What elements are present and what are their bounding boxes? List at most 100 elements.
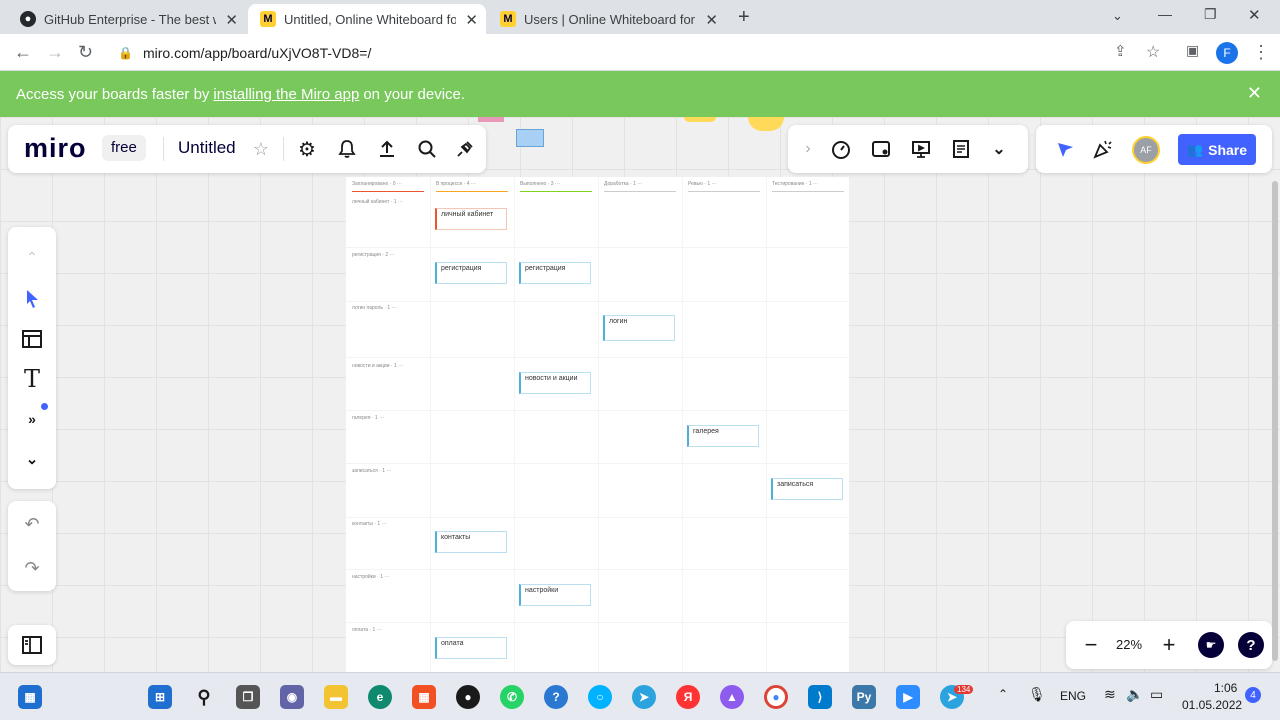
edge-icon[interactable]: e xyxy=(368,685,392,709)
celebrate-icon[interactable] xyxy=(1090,135,1116,163)
row-label[interactable]: записаться · 1 ··· xyxy=(352,468,391,474)
row-label[interactable]: регистрация · 2 ··· xyxy=(352,252,395,258)
user-avatar[interactable]: AF xyxy=(1132,136,1160,164)
zoom-app-icon[interactable]: ▶ xyxy=(896,685,920,709)
bell-icon[interactable] xyxy=(334,135,360,163)
redo-icon[interactable]: ↷ xyxy=(20,555,44,581)
row-label[interactable]: контакты · 1 ··· xyxy=(352,521,387,527)
yandex-icon[interactable]: Я xyxy=(676,685,700,709)
sidebar-toggle-icon[interactable] xyxy=(20,633,44,657)
column-header[interactable]: Доработка · 1 ··· xyxy=(604,181,642,187)
reactions-cursor-icon[interactable] xyxy=(1052,135,1078,163)
star-icon[interactable]: ☆ xyxy=(250,137,272,161)
store-icon[interactable]: ▦ xyxy=(412,685,436,709)
close-banner-icon[interactable]: ✕ xyxy=(1247,83,1262,104)
miro-logo[interactable]: miro xyxy=(24,133,87,164)
row-label[interactable]: настройки · 1 ··· xyxy=(352,574,389,580)
tab-github[interactable]: ● GitHub Enterprise - The best way ✕ xyxy=(8,4,246,34)
task-view-icon[interactable]: ❐ xyxy=(236,685,260,709)
templates-icon[interactable] xyxy=(20,325,44,353)
card[interactable]: личный кабинет xyxy=(435,208,507,230)
plug-icon[interactable] xyxy=(452,135,478,163)
sticky-shape[interactable] xyxy=(684,117,716,122)
restore-icon[interactable]: ❐ xyxy=(1204,6,1217,23)
share-button[interactable]: 👥 Share xyxy=(1178,134,1256,165)
card[interactable]: настройки xyxy=(519,584,591,606)
minimize-icon[interactable]: — xyxy=(1158,6,1172,22)
column-header[interactable]: Тестирование · 1 ··· xyxy=(772,181,818,187)
row-label[interactable]: галерея · 1 ··· xyxy=(352,415,384,421)
column-header[interactable]: Запланировано · 0 ··· xyxy=(352,181,402,187)
zoom-level[interactable]: 22% xyxy=(1116,637,1142,652)
column-header[interactable]: Выполнено · 3 ··· xyxy=(520,181,560,187)
chevron-down-double-icon[interactable]: ⌄ xyxy=(988,135,1010,163)
url-field[interactable]: 🔒 miro.com/app/board/uXjVO8T-VD8=/ xyxy=(108,38,1108,67)
notification-badge[interactable]: 4 xyxy=(1245,687,1261,703)
sticky-shape[interactable] xyxy=(748,117,784,131)
video-note-icon[interactable] xyxy=(868,135,894,163)
card[interactable]: регистрация xyxy=(435,262,507,284)
sticky-shape[interactable] xyxy=(478,117,504,122)
card[interactable]: логин xyxy=(603,315,675,341)
select-cursor-icon[interactable] xyxy=(20,285,44,313)
sticky-shape[interactable] xyxy=(516,129,544,147)
window-close-icon[interactable]: ✕ xyxy=(1248,6,1261,24)
wifi-icon[interactable]: ≋ xyxy=(1104,686,1116,703)
file-explorer-icon[interactable]: ▬ xyxy=(324,685,348,709)
microphone-icon[interactable]: 🎙 xyxy=(1028,686,1046,703)
vertical-scrollbar[interactable] xyxy=(1272,181,1278,661)
install-app-link[interactable]: installing the Miro app xyxy=(213,86,359,103)
zoom-in-icon[interactable]: + xyxy=(1158,631,1180,659)
hand-pointer-icon[interactable]: ☛ xyxy=(1198,632,1224,658)
language-indicator[interactable]: ENG xyxy=(1060,689,1086,703)
row-label[interactable]: оплата · 1 ··· xyxy=(352,627,382,633)
alice-icon[interactable]: ○ xyxy=(588,685,612,709)
volume-icon[interactable]: 🔈 xyxy=(1126,686,1143,703)
help-icon[interactable]: ? xyxy=(1238,632,1264,658)
close-icon[interactable]: ✕ xyxy=(465,11,478,29)
search-icon[interactable]: ⚲ xyxy=(192,685,216,709)
profile-avatar[interactable]: F xyxy=(1216,42,1238,64)
menu-dots-icon[interactable]: ⋮ xyxy=(1252,42,1270,63)
clock-date[interactable]: 01.05.2022 xyxy=(1182,698,1242,712)
chat-icon[interactable]: ◉ xyxy=(280,685,304,709)
settings-gear-icon[interactable]: ⚙ xyxy=(294,135,320,163)
clock-time[interactable]: 1:06 xyxy=(1214,681,1237,695)
row-label[interactable]: новости и акции · 1 ··· xyxy=(352,363,403,369)
present-icon[interactable] xyxy=(908,135,934,163)
help-app-icon[interactable]: ? xyxy=(544,685,568,709)
whiteboard-canvas[interactable]: Запланировано · 0 ··· В процессе · 4 ···… xyxy=(0,117,1280,672)
row-label[interactable]: личный кабинет · 1 ··· xyxy=(352,199,403,205)
chevron-right-icon[interactable]: › xyxy=(800,137,816,161)
bookmark-star-icon[interactable]: ☆ xyxy=(1146,42,1160,62)
more-tools-icon[interactable]: » xyxy=(20,405,44,433)
upload-icon[interactable] xyxy=(374,135,400,163)
github-desktop-icon[interactable]: ● xyxy=(456,685,480,709)
battery-icon[interactable]: ▭ xyxy=(1150,686,1163,703)
python-icon[interactable]: Py xyxy=(852,685,876,709)
app-icon[interactable]: ▲ xyxy=(720,685,744,709)
column-header[interactable]: Ревью · 1 ··· xyxy=(688,181,717,187)
card[interactable]: записаться xyxy=(771,478,843,500)
chrome-icon[interactable]: ● xyxy=(764,685,788,709)
search-icon[interactable] xyxy=(414,135,440,163)
share-page-icon[interactable]: ⇪ xyxy=(1114,42,1127,60)
tab-search-icon[interactable]: ⌄ xyxy=(1112,8,1123,24)
close-icon[interactable]: ✕ xyxy=(705,11,718,29)
text-tool-icon[interactable]: T xyxy=(20,365,44,393)
plan-badge[interactable]: free xyxy=(102,135,146,161)
card[interactable]: контакты xyxy=(435,531,507,553)
tab-users[interactable]: M Users | Online Whiteboard for Vis ✕ xyxy=(488,4,726,34)
card[interactable]: галерея xyxy=(687,425,759,447)
close-icon[interactable]: ✕ xyxy=(225,11,238,29)
tray-chevron-icon[interactable]: ⌃ xyxy=(998,687,1008,701)
card[interactable]: оплата xyxy=(435,637,507,659)
timer-icon[interactable] xyxy=(828,135,854,163)
side-panel-icon[interactable]: ▣ xyxy=(1186,42,1199,59)
row-label[interactable]: логин пароль · 1 ··· xyxy=(352,305,397,311)
tab-untitled[interactable]: M Untitled, Online Whiteboard for V ✕ xyxy=(248,4,486,34)
board-title[interactable]: Untitled xyxy=(178,138,236,158)
windows-start-icon[interactable]: ⊞ xyxy=(148,685,172,709)
notes-icon[interactable] xyxy=(948,135,974,163)
kanban-board[interactable]: Запланировано · 0 ··· В процессе · 4 ···… xyxy=(346,177,849,672)
